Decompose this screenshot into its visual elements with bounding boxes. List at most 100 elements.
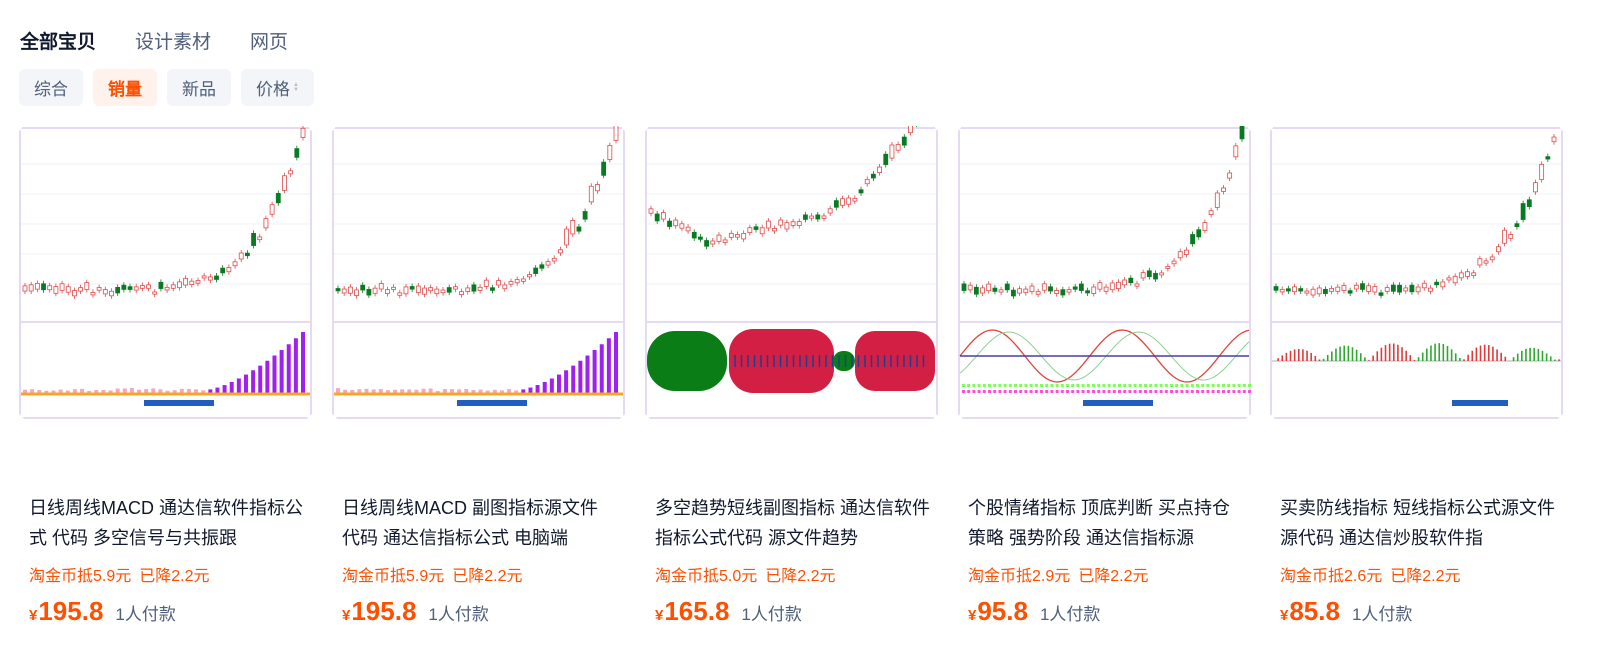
candle-body	[214, 275, 219, 280]
tab-web-pages[interactable]: 网页	[250, 27, 288, 54]
sort-price-button[interactable]: 价格 ▲ ▼	[241, 69, 314, 106]
candle-body	[557, 249, 563, 254]
candle-body	[613, 126, 619, 141]
candle-body	[710, 240, 716, 245]
tab-all-items[interactable]: 全部宝贝	[20, 27, 96, 54]
product-thumbnail[interactable]	[19, 126, 312, 419]
red-band	[729, 329, 834, 393]
candle-body	[347, 286, 353, 294]
signal-dot	[1055, 390, 1059, 393]
product-title[interactable]: 个股情绪指标 顶底判断 买点持仓策略 强势阶段 通达信指标源	[968, 493, 1244, 553]
signal-dot	[1190, 384, 1194, 387]
candle-body	[1103, 286, 1109, 292]
currency-symbol: ¥	[342, 607, 351, 624]
candle-body	[533, 267, 539, 274]
signal-dot	[1211, 384, 1215, 387]
sort-newest-button[interactable]: 新品	[167, 69, 231, 106]
signal-dot	[1138, 390, 1142, 393]
signal-dot	[1118, 390, 1121, 393]
candle-body	[232, 261, 238, 267]
signal-dot	[977, 384, 981, 387]
candle-body	[576, 226, 582, 232]
candle-body	[1004, 283, 1010, 291]
product-card[interactable]: 多空趋势短线副图指标 通达信软件指标公式代码 源文件趋势 淘金币抵5.0元 已降2…	[645, 126, 938, 646]
signal-dot	[1118, 384, 1121, 387]
macd-bar	[599, 344, 604, 394]
signal-dot	[1097, 384, 1101, 387]
candle-body	[90, 291, 96, 296]
candle-body	[1227, 172, 1233, 179]
macd-bar	[606, 338, 611, 394]
signal-dot	[1138, 384, 1142, 387]
signal-dot	[1003, 384, 1007, 387]
candle-body	[1390, 284, 1396, 292]
signal-dot	[1164, 390, 1168, 393]
signal-dot	[1232, 384, 1236, 387]
candle-body	[1292, 286, 1297, 293]
product-title[interactable]: 买卖防线指标 短线指标公式源文件源代码 通达信炒股软件指	[1280, 493, 1556, 553]
candle-body	[1477, 258, 1483, 266]
signal-dot	[1149, 384, 1153, 387]
candle-body	[1329, 287, 1334, 292]
product-card[interactable]: 买卖防线指标 短线指标公式源文件源代码 通达信炒股软件指 淘金币抵2.6元 已降2…	[1270, 126, 1563, 646]
sort-arrows-icon: ▲ ▼	[293, 81, 299, 93]
candle-body	[992, 287, 998, 292]
signal-dot	[962, 390, 965, 393]
signal-dot	[972, 390, 976, 393]
candle-body	[1214, 192, 1220, 208]
candle-body	[65, 286, 71, 293]
product-title[interactable]: 日线周线MACD 副图指标源文件 代码 通达信指标公式 电脑端	[342, 493, 618, 553]
candle-body	[459, 291, 464, 296]
macd-bar	[286, 344, 291, 394]
product-card[interactable]: 日线周线MACD 副图指标源文件 代码 通达信指标公式 电脑端 淘金币抵5.9元…	[332, 126, 625, 646]
signal-dot	[977, 390, 981, 393]
green-band	[647, 331, 727, 391]
candle-body	[263, 218, 269, 229]
sort-sales-button[interactable]: 销量	[93, 69, 157, 106]
candle-body	[446, 287, 452, 293]
signal-dot	[1237, 390, 1241, 393]
product-title[interactable]: 日线周线MACD 通达信软件指标公式 代码 多空信号与共振跟	[29, 493, 305, 553]
product-thumbnail[interactable]	[332, 126, 625, 419]
product-thumbnail[interactable]	[958, 126, 1251, 419]
candle-body	[545, 261, 551, 266]
candle-body	[434, 288, 440, 295]
sales-count: 1人付款	[1039, 605, 1101, 624]
product-title[interactable]: 多空趋势短线副图指标 通达信软件指标公式代码 源文件趋势	[655, 493, 931, 553]
product-thumbnail[interactable]	[645, 126, 938, 419]
candle-body	[1440, 281, 1446, 288]
candle-body	[728, 232, 734, 238]
candle-body	[341, 288, 347, 294]
signal-dot	[1014, 384, 1017, 387]
product-card[interactable]: 个股情绪指标 顶底判断 买点持仓策略 强势阶段 通达信指标源 淘金币抵2.9元已…	[958, 126, 1251, 646]
candle-body	[1122, 279, 1128, 286]
candle-body	[1304, 290, 1310, 294]
candle-body	[72, 290, 77, 297]
currency-symbol: ¥	[1280, 607, 1289, 624]
macd-bar	[258, 365, 263, 394]
candle-body	[294, 148, 300, 158]
product-thumbnail[interactable]	[1270, 126, 1563, 419]
signal-dot	[1242, 384, 1246, 387]
candle-body	[1159, 272, 1165, 276]
candle-body	[1489, 256, 1495, 261]
signal-dot	[993, 390, 997, 393]
candle-body	[1196, 229, 1202, 238]
signal-dot	[1008, 384, 1012, 387]
candle-body	[201, 275, 207, 279]
signal-dot	[1170, 384, 1173, 387]
signal-dot	[1034, 384, 1038, 387]
macd-bar	[251, 370, 256, 394]
candle-body	[158, 281, 164, 289]
tab-design-assets[interactable]: 设计素材	[135, 27, 211, 54]
candle-body	[360, 284, 366, 291]
candle-body	[735, 234, 740, 238]
candle-body	[372, 287, 378, 294]
product-card[interactable]: 日线周线MACD 通达信软件指标公式 代码 多空信号与共振跟 淘金币抵5.9元已…	[19, 126, 312, 646]
macd-bar	[272, 355, 277, 394]
candle-body	[601, 161, 607, 176]
signal-dot	[988, 390, 991, 393]
candle-body	[1421, 282, 1427, 289]
sort-comprehensive-button[interactable]: 综合	[19, 69, 83, 106]
candle-body	[858, 189, 864, 194]
